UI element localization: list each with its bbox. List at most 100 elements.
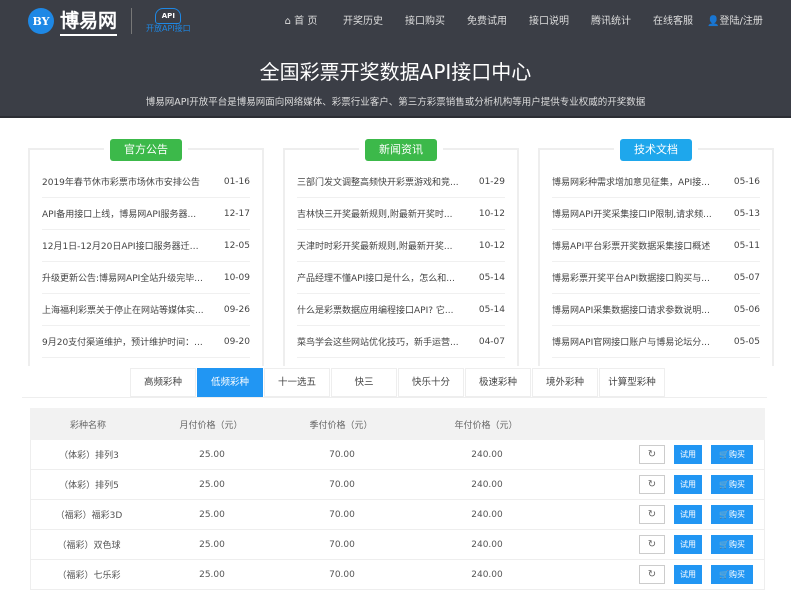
tab[interactable]: 低频彩种	[197, 368, 263, 397]
item-date: 09-26	[223, 304, 250, 315]
item-date: 10-09	[223, 272, 250, 283]
nav-item[interactable]: 在线客服	[642, 12, 704, 27]
category-tabs: 高频彩种 低频彩种 十一选五 快三 快乐十分 极速彩种 境外彩种 计算型彩种	[130, 368, 666, 397]
refresh-icon[interactable]: ↻	[639, 565, 665, 584]
item-title[interactable]: 三部门发文调整高频快开彩票游戏和竞...	[297, 175, 461, 188]
nav-item[interactable]: 免费试用	[456, 12, 518, 27]
list-item[interactable]: API备用接口上线，博易网API服务器... 12-17	[42, 198, 250, 230]
divider	[131, 8, 133, 34]
item-title[interactable]: 博易API平台彩票开奖数据采集接口概述	[552, 239, 716, 252]
item-title[interactable]: 什么是彩票数据应用编程接口API? 它...	[297, 303, 461, 316]
logo-badge: BY	[28, 8, 54, 34]
list-item[interactable]: 博易API平台彩票开奖数据采集接口概述 05-11	[552, 230, 760, 262]
item-date: 10-12	[478, 240, 505, 251]
buy-button[interactable]: 🛒购买	[711, 505, 753, 524]
list-item[interactable]: 12月1日-12月20日API接口服务器迁移... 12-05	[42, 230, 250, 262]
buy-button[interactable]: 🛒购买	[711, 445, 753, 464]
nav-item[interactable]: 开奖历史	[332, 12, 394, 27]
tab[interactable]: 十一选五	[264, 368, 330, 397]
item-title[interactable]: 天津时时彩开奖最新规则,附最新开奖...	[297, 239, 461, 252]
item-date: 10-12	[478, 208, 505, 219]
item-title[interactable]: 博易网API采集数据接口请求参数说明...	[552, 303, 716, 316]
list-item[interactable]: 博易网API采集数据接口请求参数说明... 05-06	[552, 294, 760, 326]
item-title[interactable]: 产品经理不懂API接口是什么，怎么和...	[297, 271, 461, 284]
nav-item[interactable]: 接口说明	[518, 12, 580, 27]
table-row: （福彩）七乐彩 25.00 70.00 240.00 ↻ 试用 🛒购买	[30, 560, 765, 590]
item-title[interactable]: 吉林快三开奖最新规则,附最新开奖时...	[297, 207, 461, 220]
tab[interactable]: 境外彩种	[532, 368, 598, 397]
item-date: 05-06	[733, 304, 760, 315]
try-button[interactable]: 试用	[674, 445, 702, 464]
header: BY 博易网 API 开放API接口 ⌂ 首 页开奖历史 接口购买 免费试用 接口说明腾…	[0, 0, 791, 118]
try-button[interactable]: 试用	[674, 505, 702, 524]
nav-item[interactable]: 接口购买	[394, 12, 456, 27]
item-title[interactable]: 2019年春节休市彩票市场休市安排公告	[42, 175, 206, 188]
list-item[interactable]: 2019年春节休市彩票市场休市安排公告 01-16	[42, 166, 250, 198]
item-date: 01-16	[223, 176, 250, 187]
list-item[interactable]: 9月20支付渠道维护，预计维护时间：... 09-20	[42, 326, 250, 358]
table-header: 彩种名称 月付价格（元） 季付价格（元） 年付价格（元）	[30, 408, 765, 440]
item-title[interactable]: 12月1日-12月20日API接口服务器迁移...	[42, 239, 206, 252]
refresh-icon[interactable]: ↻	[639, 535, 665, 554]
logo-name: 博易网	[60, 6, 118, 36]
try-button[interactable]: 试用	[674, 535, 702, 554]
table-row: （体彩）排列3 25.00 70.00 240.00 ↻ 试用 🛒购买	[30, 440, 765, 470]
list-item[interactable]: 博易网API官网接口账户与博易论坛分... 05-05	[552, 326, 760, 358]
table-row: （福彩）双色球 25.00 70.00 240.00 ↻ 试用 🛒购买	[30, 530, 765, 560]
list-item[interactable]: 三部门发文调整高频快开彩票游戏和竞... 01-29	[297, 166, 505, 198]
list-item[interactable]: 升级更新公告:博易网API全站升级完毕... 10-09	[42, 262, 250, 294]
item-date: 05-07	[733, 272, 760, 283]
item-title[interactable]: 博易彩票开奖平台API数据接口购买与...	[552, 271, 716, 284]
item-title[interactable]: API备用接口上线，博易网API服务器...	[42, 207, 206, 220]
buy-button[interactable]: 🛒购买	[711, 565, 753, 584]
list-item[interactable]: 什么是彩票数据应用编程接口API? 它... 05-14	[297, 294, 505, 326]
buy-button[interactable]: 🛒购买	[711, 535, 753, 554]
item-date: 12-17	[223, 208, 250, 219]
table-row: （体彩）排列5 25.00 70.00 240.00 ↻ 试用 🛒购买	[30, 470, 765, 500]
item-date: 09-20	[223, 336, 250, 347]
panel-2: 技术文档博易网彩种需求增加意见征集，API接... 05-16 博易网API开奖采集…	[538, 139, 774, 366]
tab[interactable]: 极速彩种	[465, 368, 531, 397]
item-title[interactable]: 上海福利彩票关于停止在网站等媒体实...	[42, 303, 206, 316]
page-subtitle: 博易网API开放平台是博易网面向网络媒体、彩票行业客户、第三方彩票销售或分析机构…	[145, 97, 646, 108]
buy-button[interactable]: 🛒购买	[711, 475, 753, 494]
nav-item[interactable]: 👤登陆/注册	[704, 12, 766, 27]
nav-item[interactable]: 腾讯统计	[580, 12, 642, 27]
tab[interactable]: 计算型彩种	[599, 368, 665, 397]
logo[interactable]: BY 博易网 API 开放API接口	[28, 6, 191, 36]
try-button[interactable]: 试用	[674, 475, 702, 494]
item-title[interactable]: 菜鸟学会这些网站优化技巧，新手运营...	[297, 335, 461, 348]
list-item[interactable]: 博易彩票开奖平台API数据接口购买与... 05-07	[552, 262, 760, 294]
list-item[interactable]: 吉林快三开奖最新规则,附最新开奖时... 10-12	[297, 198, 505, 230]
list-item[interactable]: 菜鸟学会这些网站优化技巧，新手运营... 04-07	[297, 326, 505, 358]
panel-1: 新闻资讯三部门发文调整高频快开彩票游戏和竞... 01-29 吉林快三开奖最新规则,…	[283, 139, 519, 366]
tab[interactable]: 快乐十分	[398, 368, 464, 397]
item-title[interactable]: 升级更新公告:博易网API全站升级完毕...	[42, 271, 206, 284]
list-item[interactable]: 博易网API开奖采集接口IP限制,请求频... 05-13	[552, 198, 760, 230]
price-table: 彩种名称 月付价格（元） 季付价格（元） 年付价格（元） （体彩）排列3 25.0…	[30, 408, 765, 590]
item-title[interactable]: 9月20支付渠道维护，预计维护时间：...	[42, 335, 206, 348]
item-date: 12-05	[223, 240, 250, 251]
panel-title[interactable]: 官方公告	[110, 139, 182, 161]
panel-title[interactable]: 技术文档	[620, 139, 692, 161]
item-date: 04-07	[478, 336, 505, 347]
refresh-icon[interactable]: ↻	[639, 445, 665, 464]
item-date: 01-29	[478, 176, 505, 187]
nav-item[interactable]: ⌂ 首 页	[270, 12, 332, 27]
panel-title[interactable]: 新闻资讯	[365, 139, 437, 161]
item-title[interactable]: 博易网API开奖采集接口IP限制,请求频...	[552, 207, 716, 220]
item-title[interactable]: 博易网彩种需求增加意见征集，API接...	[552, 175, 716, 188]
item-title[interactable]: 博易网API官网接口账户与博易论坛分...	[552, 335, 716, 348]
refresh-icon[interactable]: ↻	[639, 505, 665, 524]
list-item[interactable]: 上海福利彩票关于停止在网站等媒体实... 09-26	[42, 294, 250, 326]
try-button[interactable]: 试用	[674, 565, 702, 584]
list-item[interactable]: 博易网彩种需求增加意见征集，API接... 05-16	[552, 166, 760, 198]
list-item[interactable]: 产品经理不懂API接口是什么，怎么和... 05-14	[297, 262, 505, 294]
item-date: 05-05	[733, 336, 760, 347]
tab[interactable]: 高频彩种	[130, 368, 196, 397]
item-date: 05-13	[733, 208, 760, 219]
item-date: 05-16	[733, 176, 760, 187]
refresh-icon[interactable]: ↻	[639, 475, 665, 494]
tab[interactable]: 快三	[331, 368, 397, 397]
list-item[interactable]: 天津时时彩开奖最新规则,附最新开奖... 10-12	[297, 230, 505, 262]
